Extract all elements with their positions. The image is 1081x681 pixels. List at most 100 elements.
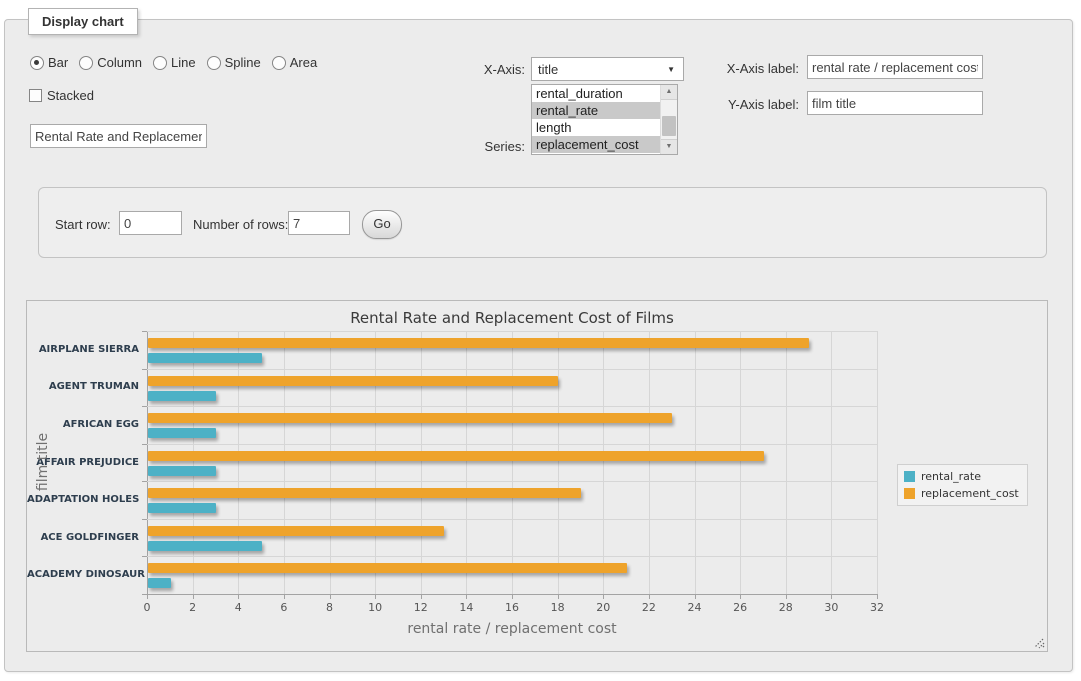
legend-swatch-icon — [904, 488, 915, 499]
grid-line-horizontal — [147, 444, 877, 445]
chart-type-option-column[interactable]: Column — [79, 55, 142, 70]
series-option-length[interactable]: length — [532, 119, 677, 136]
radio-label: Line — [171, 55, 196, 70]
radio-icon[interactable] — [79, 56, 93, 70]
scrollbar-thumb[interactable] — [662, 116, 676, 136]
legend-label: replacement_cost — [921, 487, 1019, 500]
radio-label: Spline — [225, 55, 261, 70]
x-tick-label: 8 — [315, 601, 345, 614]
scroll-down-icon[interactable]: ▼ — [661, 139, 677, 154]
dropdown-arrow-icon: ▼ — [667, 65, 675, 74]
grid-line-vertical — [193, 331, 194, 594]
y-axis-title: film title — [35, 362, 51, 562]
radio-icon[interactable] — [207, 56, 221, 70]
radio-icon[interactable] — [272, 56, 286, 70]
number-of-rows-input[interactable] — [288, 211, 350, 235]
chart-title-input[interactable] — [30, 124, 207, 148]
start-row-label: Start row: — [55, 217, 111, 232]
legend-swatch-icon — [904, 471, 915, 482]
x-axis-select-label: X-Axis: — [420, 62, 525, 77]
x-tick-label: 16 — [497, 601, 527, 614]
stacked-checkbox[interactable] — [29, 89, 42, 102]
bar-rental_rate[interactable] — [148, 541, 262, 551]
go-button[interactable]: Go — [362, 210, 402, 239]
chart-container: Rental Rate and Replacement Cost of Film… — [26, 300, 1048, 652]
grid-line-vertical — [375, 331, 376, 594]
series-scrollbar[interactable]: ▲ ▼ — [660, 85, 677, 154]
x-axis-label-label: X-Axis label: — [705, 61, 799, 76]
bar-replacement_cost[interactable] — [148, 451, 764, 461]
bar-replacement_cost[interactable] — [148, 376, 558, 386]
bar-rental_rate[interactable] — [148, 428, 216, 438]
chart-area: Rental Rate and Replacement Cost of Film… — [27, 301, 1047, 651]
x-tick-label: 6 — [269, 601, 299, 614]
y-tick-mark — [142, 369, 147, 370]
y-tick-mark — [142, 556, 147, 557]
bar-rental_rate[interactable] — [148, 391, 216, 401]
series-select-label: Series: — [420, 139, 525, 154]
series-option-replacement_cost[interactable]: replacement_cost — [532, 136, 677, 153]
radio-label: Area — [290, 55, 317, 70]
radio-label: Column — [97, 55, 142, 70]
series-options: rental_durationrental_ratelengthreplacem… — [532, 85, 677, 153]
legend-item-rental_rate[interactable]: rental_rate — [904, 470, 1019, 483]
stacked-checkbox-row[interactable]: Stacked — [29, 88, 94, 103]
scroll-up-icon[interactable]: ▲ — [661, 85, 677, 100]
bar-replacement_cost[interactable] — [148, 526, 444, 536]
grid-line-horizontal — [147, 331, 877, 332]
bar-rental_rate[interactable] — [148, 466, 216, 476]
y-tick-mark — [142, 331, 147, 332]
bar-rental_rate[interactable] — [148, 578, 171, 588]
bar-rental_rate[interactable] — [148, 353, 262, 363]
grid-line-horizontal — [147, 406, 877, 407]
chart-type-option-area[interactable]: Area — [272, 55, 317, 70]
x-axis-line — [147, 594, 877, 595]
chart-legend: rental_rate replacement_cost — [897, 464, 1028, 506]
grid-line-vertical — [512, 331, 513, 594]
radio-label: Bar — [48, 55, 68, 70]
start-row-input[interactable] — [119, 211, 182, 235]
resize-grip-icon[interactable] — [1032, 636, 1045, 649]
x-tick-label: 10 — [360, 601, 390, 614]
number-of-rows-label: Number of rows: — [193, 217, 288, 232]
grid-line-vertical — [649, 331, 650, 594]
chart-title: Rental Rate and Replacement Cost of Film… — [147, 309, 877, 327]
x-tick-label: 30 — [816, 601, 846, 614]
x-axis-select[interactable]: title ▼ — [531, 57, 684, 81]
chart-type-option-line[interactable]: Line — [153, 55, 196, 70]
grid-line-horizontal — [147, 369, 877, 370]
y-axis-label-label: Y-Axis label: — [705, 97, 799, 112]
grid-line-vertical — [831, 331, 832, 594]
chart-type-option-spline[interactable]: Spline — [207, 55, 261, 70]
bar-replacement_cost[interactable] — [148, 413, 672, 423]
x-tick-label: 18 — [543, 601, 573, 614]
legend-item-replacement_cost[interactable]: replacement_cost — [904, 487, 1019, 500]
bar-rental_rate[interactable] — [148, 503, 216, 513]
x-axis-selected-value: title — [538, 62, 558, 77]
series-option-rental_rate[interactable]: rental_rate — [532, 102, 677, 119]
bar-replacement_cost[interactable] — [148, 338, 809, 348]
x-tick-label: 22 — [634, 601, 664, 614]
radio-icon[interactable] — [153, 56, 167, 70]
x-tick-label: 0 — [132, 601, 162, 614]
grid-line-vertical — [740, 331, 741, 594]
radio-icon[interactable] — [30, 56, 44, 70]
x-tick-label: 28 — [771, 601, 801, 614]
bar-replacement_cost[interactable] — [148, 563, 627, 573]
row-range-form — [38, 187, 1047, 258]
x-axis-label-input[interactable] — [807, 55, 983, 79]
y-tick-mark — [142, 519, 147, 520]
series-multiselect[interactable]: rental_durationrental_ratelengthreplacem… — [531, 84, 678, 155]
bar-replacement_cost[interactable] — [148, 488, 581, 498]
grid-line-horizontal — [147, 481, 877, 482]
y-axis-line — [147, 331, 148, 594]
x-tick-label: 14 — [451, 601, 481, 614]
chart-type-option-bar[interactable]: Bar — [30, 55, 68, 70]
series-option-rental_duration[interactable]: rental_duration — [532, 85, 677, 102]
x-axis-title: rental rate / replacement cost — [147, 621, 877, 637]
y-axis-label-input[interactable] — [807, 91, 983, 115]
grid-line-horizontal — [147, 556, 877, 557]
x-tick-mark — [877, 594, 878, 599]
y-tick-mark — [142, 481, 147, 482]
x-tick-label: 4 — [223, 601, 253, 614]
